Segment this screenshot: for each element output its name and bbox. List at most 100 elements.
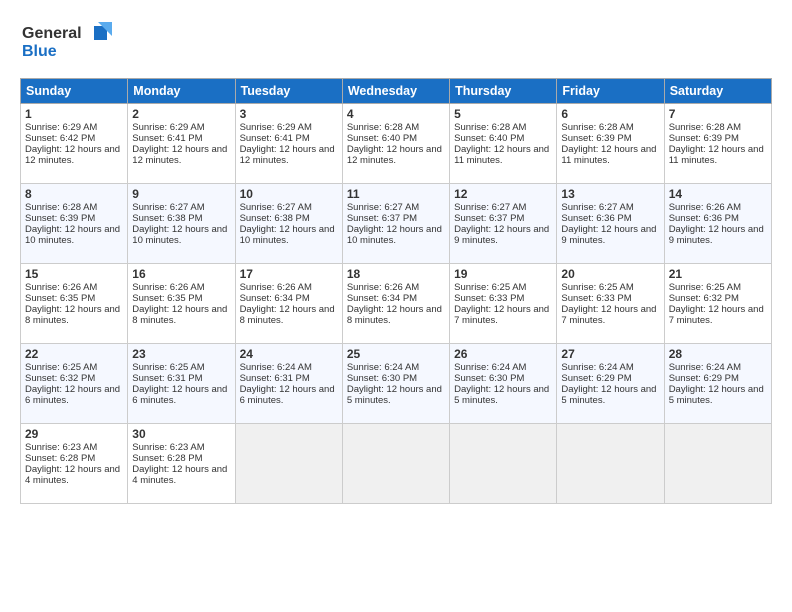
daylight-label: Daylight: 12 hours and 9 minutes. xyxy=(669,224,764,246)
sunrise-label: Sunrise: 6:23 AM xyxy=(25,442,97,453)
day-number: 19 xyxy=(454,267,552,281)
calendar-cell: 12 Sunrise: 6:27 AM Sunset: 6:37 PM Dayl… xyxy=(450,184,557,264)
calendar-table: SundayMondayTuesdayWednesdayThursdayFrid… xyxy=(20,78,772,504)
sunset-label: Sunset: 6:36 PM xyxy=(669,213,739,224)
sunset-label: Sunset: 6:35 PM xyxy=(25,293,95,304)
daylight-label: Daylight: 12 hours and 5 minutes. xyxy=(347,384,442,406)
day-number: 14 xyxy=(669,187,767,201)
calendar-cell: 29 Sunrise: 6:23 AM Sunset: 6:28 PM Dayl… xyxy=(21,424,128,504)
calendar-cell: 6 Sunrise: 6:28 AM Sunset: 6:39 PM Dayli… xyxy=(557,104,664,184)
daylight-label: Daylight: 12 hours and 12 minutes. xyxy=(132,144,227,166)
daylight-label: Daylight: 12 hours and 11 minutes. xyxy=(561,144,656,166)
sunset-label: Sunset: 6:28 PM xyxy=(132,453,202,464)
sunset-label: Sunset: 6:28 PM xyxy=(25,453,95,464)
daylight-label: Daylight: 12 hours and 8 minutes. xyxy=(132,304,227,326)
daylight-label: Daylight: 12 hours and 7 minutes. xyxy=(669,304,764,326)
sunrise-label: Sunrise: 6:24 AM xyxy=(561,362,633,373)
sunset-label: Sunset: 6:37 PM xyxy=(347,213,417,224)
calendar-cell: 15 Sunrise: 6:26 AM Sunset: 6:35 PM Dayl… xyxy=(21,264,128,344)
daylight-label: Daylight: 12 hours and 9 minutes. xyxy=(454,224,549,246)
daylight-label: Daylight: 12 hours and 7 minutes. xyxy=(454,304,549,326)
day-number: 24 xyxy=(240,347,338,361)
day-number: 1 xyxy=(25,107,123,121)
day-number: 28 xyxy=(669,347,767,361)
calendar-cell: 17 Sunrise: 6:26 AM Sunset: 6:34 PM Dayl… xyxy=(235,264,342,344)
calendar-cell: 5 Sunrise: 6:28 AM Sunset: 6:40 PM Dayli… xyxy=(450,104,557,184)
daylight-label: Daylight: 12 hours and 9 minutes. xyxy=(561,224,656,246)
day-number: 20 xyxy=(561,267,659,281)
day-header-thursday: Thursday xyxy=(450,79,557,104)
daylight-label: Daylight: 12 hours and 10 minutes. xyxy=(132,224,227,246)
calendar-cell: 11 Sunrise: 6:27 AM Sunset: 6:37 PM Dayl… xyxy=(342,184,449,264)
sunrise-label: Sunrise: 6:25 AM xyxy=(25,362,97,373)
calendar-cell: 30 Sunrise: 6:23 AM Sunset: 6:28 PM Dayl… xyxy=(128,424,235,504)
sunrise-label: Sunrise: 6:25 AM xyxy=(669,282,741,293)
sunrise-label: Sunrise: 6:26 AM xyxy=(669,202,741,213)
calendar-cell: 23 Sunrise: 6:25 AM Sunset: 6:31 PM Dayl… xyxy=(128,344,235,424)
sunrise-label: Sunrise: 6:27 AM xyxy=(240,202,312,213)
calendar-cell: 16 Sunrise: 6:26 AM Sunset: 6:35 PM Dayl… xyxy=(128,264,235,344)
sunset-label: Sunset: 6:36 PM xyxy=(561,213,631,224)
sunrise-label: Sunrise: 6:26 AM xyxy=(347,282,419,293)
calendar-cell xyxy=(557,424,664,504)
sunset-label: Sunset: 6:34 PM xyxy=(240,293,310,304)
calendar-cell: 10 Sunrise: 6:27 AM Sunset: 6:38 PM Dayl… xyxy=(235,184,342,264)
calendar-cell: 13 Sunrise: 6:27 AM Sunset: 6:36 PM Dayl… xyxy=(557,184,664,264)
day-number: 13 xyxy=(561,187,659,201)
calendar-week-row: 8 Sunrise: 6:28 AM Sunset: 6:39 PM Dayli… xyxy=(21,184,772,264)
sunset-label: Sunset: 6:40 PM xyxy=(347,133,417,144)
calendar-header-row: SundayMondayTuesdayWednesdayThursdayFrid… xyxy=(21,79,772,104)
sunrise-label: Sunrise: 6:25 AM xyxy=(561,282,633,293)
sunset-label: Sunset: 6:29 PM xyxy=(561,373,631,384)
daylight-label: Daylight: 12 hours and 10 minutes. xyxy=(240,224,335,246)
calendar-week-row: 1 Sunrise: 6:29 AM Sunset: 6:42 PM Dayli… xyxy=(21,104,772,184)
day-number: 25 xyxy=(347,347,445,361)
sunset-label: Sunset: 6:34 PM xyxy=(347,293,417,304)
sunrise-label: Sunrise: 6:24 AM xyxy=(240,362,312,373)
sunrise-label: Sunrise: 6:27 AM xyxy=(347,202,419,213)
day-number: 23 xyxy=(132,347,230,361)
day-number: 3 xyxy=(240,107,338,121)
sunrise-label: Sunrise: 6:25 AM xyxy=(132,362,204,373)
calendar-cell xyxy=(342,424,449,504)
day-number: 21 xyxy=(669,267,767,281)
day-number: 10 xyxy=(240,187,338,201)
day-number: 8 xyxy=(25,187,123,201)
sunset-label: Sunset: 6:33 PM xyxy=(561,293,631,304)
calendar-cell: 18 Sunrise: 6:26 AM Sunset: 6:34 PM Dayl… xyxy=(342,264,449,344)
sunrise-label: Sunrise: 6:24 AM xyxy=(454,362,526,373)
calendar-cell: 27 Sunrise: 6:24 AM Sunset: 6:29 PM Dayl… xyxy=(557,344,664,424)
day-number: 5 xyxy=(454,107,552,121)
daylight-label: Daylight: 12 hours and 10 minutes. xyxy=(347,224,442,246)
daylight-label: Daylight: 12 hours and 11 minutes. xyxy=(669,144,764,166)
daylight-label: Daylight: 12 hours and 4 minutes. xyxy=(132,464,227,486)
sunset-label: Sunset: 6:31 PM xyxy=(240,373,310,384)
day-header-friday: Friday xyxy=(557,79,664,104)
day-number: 15 xyxy=(25,267,123,281)
sunset-label: Sunset: 6:35 PM xyxy=(132,293,202,304)
daylight-label: Daylight: 12 hours and 8 minutes. xyxy=(347,304,442,326)
sunrise-label: Sunrise: 6:27 AM xyxy=(132,202,204,213)
calendar-cell: 3 Sunrise: 6:29 AM Sunset: 6:41 PM Dayli… xyxy=(235,104,342,184)
daylight-label: Daylight: 12 hours and 12 minutes. xyxy=(347,144,442,166)
daylight-label: Daylight: 12 hours and 6 minutes. xyxy=(132,384,227,406)
sunrise-label: Sunrise: 6:28 AM xyxy=(347,122,419,133)
sunrise-label: Sunrise: 6:28 AM xyxy=(669,122,741,133)
daylight-label: Daylight: 12 hours and 12 minutes. xyxy=(240,144,335,166)
daylight-label: Daylight: 12 hours and 12 minutes. xyxy=(25,144,120,166)
daylight-label: Daylight: 12 hours and 11 minutes. xyxy=(454,144,549,166)
sunset-label: Sunset: 6:33 PM xyxy=(454,293,524,304)
svg-text:Blue: Blue xyxy=(22,43,57,60)
calendar-cell: 24 Sunrise: 6:24 AM Sunset: 6:31 PM Dayl… xyxy=(235,344,342,424)
daylight-label: Daylight: 12 hours and 5 minutes. xyxy=(669,384,764,406)
calendar-cell: 2 Sunrise: 6:29 AM Sunset: 6:41 PM Dayli… xyxy=(128,104,235,184)
daylight-label: Daylight: 12 hours and 5 minutes. xyxy=(454,384,549,406)
sunset-label: Sunset: 6:39 PM xyxy=(25,213,95,224)
day-header-monday: Monday xyxy=(128,79,235,104)
sunrise-label: Sunrise: 6:28 AM xyxy=(454,122,526,133)
daylight-label: Daylight: 12 hours and 5 minutes. xyxy=(561,384,656,406)
calendar-body: 1 Sunrise: 6:29 AM Sunset: 6:42 PM Dayli… xyxy=(21,104,772,504)
day-number: 18 xyxy=(347,267,445,281)
calendar-cell xyxy=(450,424,557,504)
day-number: 29 xyxy=(25,427,123,441)
